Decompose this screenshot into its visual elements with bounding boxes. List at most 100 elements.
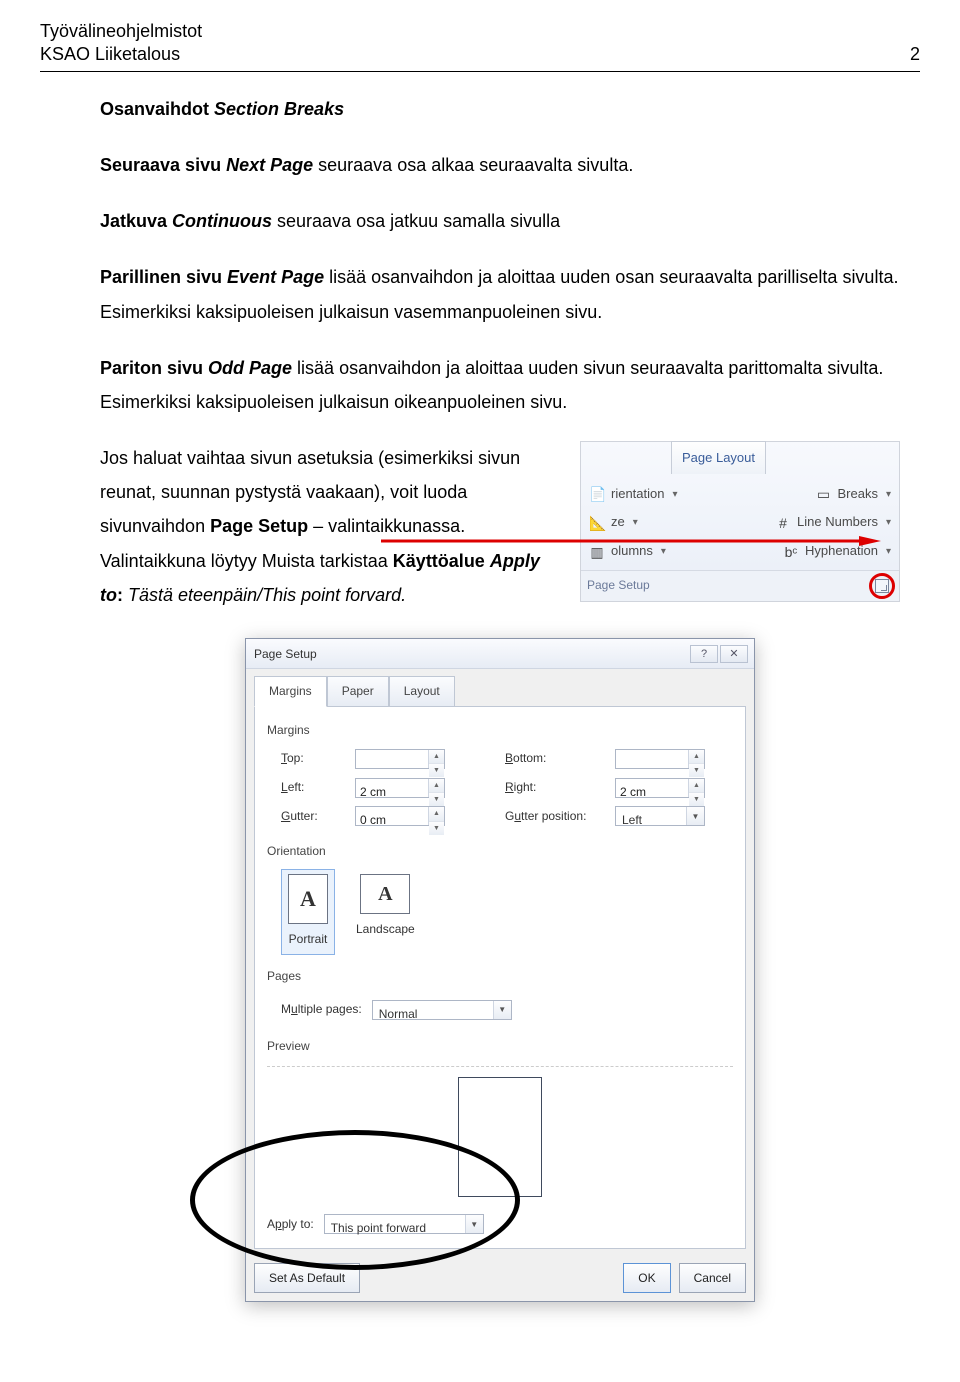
label-gutter: Gutter: xyxy=(281,805,355,828)
spinner-down-icon[interactable]: ▼ xyxy=(689,793,704,806)
group-margins-label: Margins xyxy=(267,719,733,742)
ribbon-snippet: Page Layout 📄 rientation▾ ▭ Breaks▾ 📐 ze… xyxy=(580,441,900,602)
ribbon-group-text: Page Setup xyxy=(587,574,650,597)
header-line-2: KSAO Liiketalous xyxy=(40,43,202,66)
landscape-label: Landscape xyxy=(356,918,415,941)
ribbon-body: 📄 rientation▾ ▭ Breaks▾ 📐 ze▾ # Line Num… xyxy=(581,474,899,570)
portrait-label: Portrait xyxy=(289,928,328,951)
columns-icon: ▥ xyxy=(589,544,605,560)
spinner-down-icon[interactable]: ▼ xyxy=(689,764,704,777)
orientation-icon: 📄 xyxy=(589,486,605,502)
spinner-down-icon[interactable]: ▼ xyxy=(429,822,444,835)
portrait-icon: A xyxy=(288,874,328,924)
input-right[interactable]: 2 cm▲▼ xyxy=(615,778,705,798)
spinner-up-icon[interactable]: ▲ xyxy=(429,807,444,821)
input-right-value: 2 cm xyxy=(616,779,688,797)
chevron-down-icon: ▼ xyxy=(686,807,704,825)
tab-paper[interactable]: Paper xyxy=(327,676,389,707)
orientation-portrait[interactable]: A Portrait xyxy=(281,869,335,956)
dropdown-icon: ▾ xyxy=(633,513,638,532)
group-orientation-label: Orientation xyxy=(267,840,733,863)
size-label[interactable]: ze xyxy=(611,510,625,535)
para-next-page: Seuraava sivu Next Page seuraava osa alk… xyxy=(100,148,900,182)
p5-f: : xyxy=(117,585,128,605)
columns-label[interactable]: olumns xyxy=(611,539,653,564)
input-gutter[interactable]: 0 cm▲▼ xyxy=(355,806,445,826)
label-apply-to: Apply to: xyxy=(267,1213,314,1236)
p5-g: Tästä eteenpäin/This point forvard. xyxy=(128,585,406,605)
spinner-down-icon[interactable]: ▼ xyxy=(429,764,444,777)
orientation-options: A Portrait A Landscape xyxy=(267,869,733,956)
orientation-label[interactable]: rientation xyxy=(611,482,664,507)
chevron-down-icon: ▼ xyxy=(465,1215,483,1233)
input-bottom-value xyxy=(616,750,688,768)
input-top-value xyxy=(356,750,428,768)
section-title: Osanvaihdot Section Breaks xyxy=(100,92,900,126)
tab-panel-margins: Margins TTop:op: ▲▼ Bottom: ▲▼ Left: 2 c… xyxy=(254,706,746,1249)
ribbon-row-2: 📐 ze▾ # Line Numbers▾ xyxy=(589,508,891,537)
p2-bold-italic: Continuous xyxy=(172,211,272,231)
group-pages-label: Pages xyxy=(267,965,733,988)
header-divider xyxy=(40,71,920,72)
dropdown-icon: ▾ xyxy=(886,513,891,532)
dialog-title: Page Setup xyxy=(254,643,317,666)
header-left: Työvälineohjelmistot KSAO Liiketalous xyxy=(40,20,202,67)
preview-area xyxy=(267,1066,733,1197)
input-left[interactable]: 2 cm▲▼ xyxy=(355,778,445,798)
combo-gutter-position-value: Left xyxy=(616,807,686,825)
landscape-icon: A xyxy=(360,874,410,914)
ok-button[interactable]: OK xyxy=(623,1263,670,1294)
input-bottom[interactable]: ▲▼ xyxy=(615,749,705,769)
spinner-down-icon[interactable]: ▼ xyxy=(429,793,444,806)
combo-multiple-pages[interactable]: Normal▼ xyxy=(372,1000,512,1020)
cancel-button[interactable]: Cancel xyxy=(679,1263,746,1294)
apply-to-row: Apply to: This point forward▼ xyxy=(267,1213,733,1236)
p1-bold: Seuraava sivu xyxy=(100,155,226,175)
ribbon-tab-page-layout[interactable]: Page Layout xyxy=(671,441,766,474)
dialog-launcher-button[interactable] xyxy=(875,579,889,593)
group-preview-label: Preview xyxy=(267,1035,733,1058)
input-left-value: 2 cm xyxy=(356,779,428,797)
dropdown-icon: ▾ xyxy=(661,542,666,561)
breaks-label[interactable]: Breaks xyxy=(838,482,878,507)
label-gutter-position: Gutter position: xyxy=(505,805,615,828)
breaks-icon: ▭ xyxy=(816,486,832,502)
hyphenation-icon: bᶜ xyxy=(783,544,799,560)
combo-gutter-position[interactable]: Left▼ xyxy=(615,806,705,826)
label-right: Right: xyxy=(505,776,615,799)
combo-apply-to[interactable]: This point forward▼ xyxy=(324,1214,484,1234)
dropdown-icon: ▾ xyxy=(886,485,891,504)
p2-rest: seuraava osa jatkuu samalla sivulla xyxy=(272,211,560,231)
chevron-down-icon: ▼ xyxy=(493,1001,511,1019)
annotation-red-circle xyxy=(869,573,895,599)
hyphenation-label[interactable]: Hyphenation xyxy=(805,539,878,564)
close-button[interactable]: ✕ xyxy=(720,645,748,663)
label-bottom: Bottom: xyxy=(505,747,615,770)
spinner-up-icon[interactable]: ▲ xyxy=(689,779,704,793)
p5-d: Käyttöalue xyxy=(393,551,490,571)
p1-rest: seuraava osa alkaa seuraavalta sivulta. xyxy=(313,155,633,175)
help-button[interactable]: ? xyxy=(690,645,718,663)
dropdown-icon: ▾ xyxy=(886,542,891,561)
line-numbers-label[interactable]: Line Numbers xyxy=(797,510,878,535)
spinner-up-icon[interactable]: ▲ xyxy=(429,779,444,793)
p1-bold-italic: Next Page xyxy=(226,155,313,175)
window-buttons: ? ✕ xyxy=(690,645,748,663)
spinner-up-icon[interactable]: ▲ xyxy=(689,750,704,764)
label-top: TTop:op: xyxy=(281,747,355,770)
bottom-columns: Jos haluat vaihtaa sivun asetuksia (esim… xyxy=(100,441,900,612)
spinner-up-icon[interactable]: ▲ xyxy=(429,750,444,764)
margins-grid: TTop:op: ▲▼ Bottom: ▲▼ Left: 2 cm▲▼ Righ… xyxy=(267,747,733,827)
orientation-landscape[interactable]: A Landscape xyxy=(349,869,422,956)
para-continuous: Jatkuva Continuous seuraava osa jatkuu s… xyxy=(100,204,900,238)
ribbon-row-1: 📄 rientation▾ ▭ Breaks▾ xyxy=(589,480,891,509)
dialog-footer: Set As Default OK Cancel xyxy=(246,1257,754,1302)
dialog-titlebar: Page Setup ? ✕ xyxy=(246,639,754,669)
tab-margins[interactable]: Margins xyxy=(254,676,327,707)
ribbon-group-label: Page Setup xyxy=(581,570,899,601)
tab-layout[interactable]: Layout xyxy=(389,676,455,707)
input-top[interactable]: ▲▼ xyxy=(355,749,445,769)
set-as-default-button[interactable]: Set As Default xyxy=(254,1263,360,1294)
p2-bold: Jatkuva xyxy=(100,211,172,231)
page-header: Työvälineohjelmistot KSAO Liiketalous 2 xyxy=(40,20,920,67)
